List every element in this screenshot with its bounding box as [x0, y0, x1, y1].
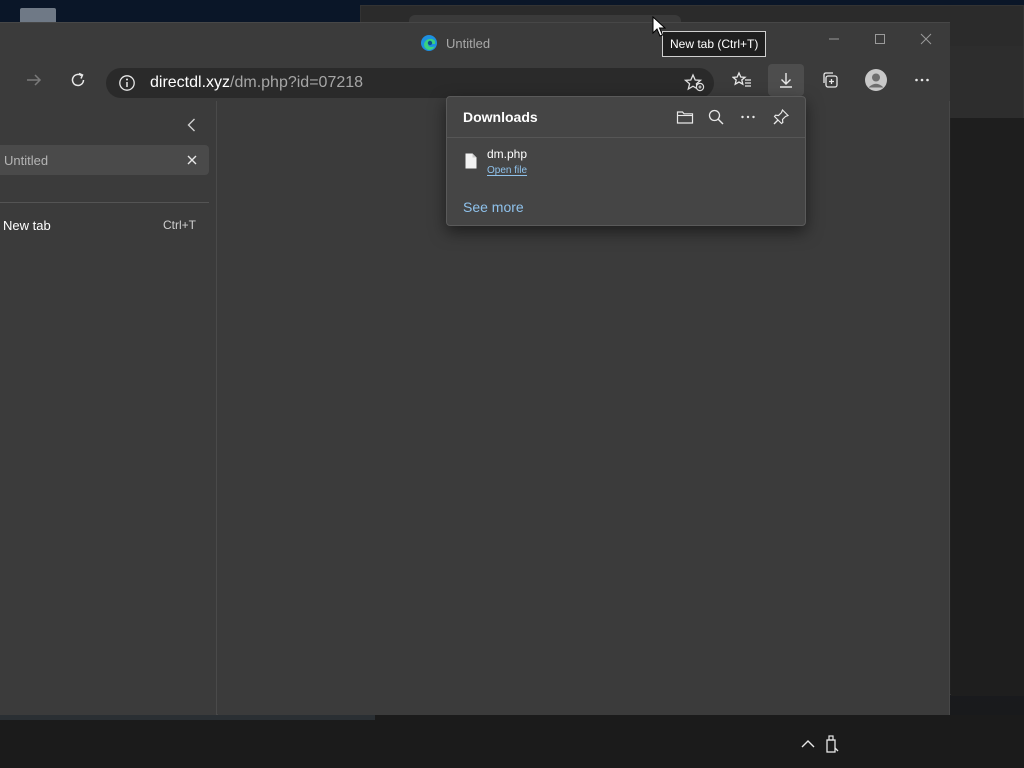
- open-downloads-folder-button[interactable]: [673, 107, 697, 127]
- minimize-icon: [829, 38, 839, 40]
- favorites-button[interactable]: [724, 64, 760, 96]
- refresh-button[interactable]: [60, 64, 96, 96]
- close-icon: [920, 33, 932, 45]
- see-more-link[interactable]: See more: [463, 199, 524, 215]
- profile-button[interactable]: [858, 64, 894, 96]
- close-icon[interactable]: [185, 153, 199, 167]
- more-icon: [741, 115, 755, 119]
- background-content: [951, 118, 1024, 696]
- forward-arrow-icon: [27, 74, 42, 86]
- new-tab-tooltip: New tab (Ctrl+T): [662, 31, 767, 57]
- pin-icon: [773, 108, 790, 125]
- url-domain: directdl.xyz: [150, 74, 231, 91]
- divider: [0, 202, 209, 203]
- taskbar-edge: [0, 715, 375, 720]
- chevron-left-icon[interactable]: [182, 115, 202, 135]
- title-bar[interactable]: Untitled: [0, 23, 950, 59]
- open-file-link[interactable]: Open file: [487, 165, 527, 176]
- file-icon: [465, 153, 477, 169]
- new-tab-label: New tab: [3, 218, 51, 233]
- search-icon: [708, 109, 724, 125]
- more-icon: [915, 78, 929, 82]
- title-group: Untitled: [420, 33, 490, 53]
- downloads-title: Downloads: [463, 109, 538, 125]
- download-item[interactable]: dm.php Open file: [457, 143, 797, 183]
- collections-icon: [823, 72, 838, 88]
- downloads-more-button[interactable]: [736, 107, 760, 127]
- maximize-icon: [875, 34, 885, 44]
- downloads-button[interactable]: [768, 64, 804, 96]
- close-window-button[interactable]: [903, 23, 949, 55]
- refresh-icon: [71, 72, 85, 87]
- mouse-cursor-icon: [652, 16, 666, 37]
- show-hidden-icons-chevron-icon[interactable]: [800, 736, 816, 752]
- forward-button[interactable]: [16, 64, 52, 96]
- collections-button[interactable]: [812, 64, 848, 96]
- favorites-icon: [732, 71, 751, 87]
- download-icon: [780, 73, 792, 88]
- search-downloads-button[interactable]: [704, 107, 728, 127]
- window-title: Untitled: [446, 35, 491, 51]
- maximize-button[interactable]: [857, 23, 903, 55]
- tab-label: Untitled: [4, 153, 49, 168]
- pin-downloads-button[interactable]: [769, 107, 793, 127]
- toolbar: directdl.xyz/dm.php?id=07218: [0, 59, 950, 101]
- tab-untitled[interactable]: Untitled: [0, 145, 209, 175]
- new-tab-button[interactable]: New tab Ctrl+T: [0, 211, 209, 241]
- minimize-button[interactable]: [811, 23, 857, 55]
- url-text[interactable]: directdl.xyz/dm.php?id=07218: [150, 74, 363, 92]
- download-filename: dm.php: [487, 147, 528, 161]
- divider: [447, 137, 805, 138]
- downloads-flyout: Downloads dm.php Open file See more: [446, 96, 806, 226]
- taskbar: [0, 715, 1024, 768]
- folder-icon: [676, 111, 694, 124]
- new-tab-shortcut: Ctrl+T: [163, 218, 196, 232]
- more-menu-button[interactable]: [904, 64, 940, 96]
- usb-device-icon[interactable]: [824, 734, 840, 754]
- edge-logo-icon: [421, 35, 437, 51]
- vertical-tabs-pane: Untitled New tab Ctrl+T: [0, 101, 217, 715]
- url-path: /dm.php?id=07218: [230, 74, 364, 91]
- profile-icon: [865, 69, 887, 91]
- add-favorite-icon[interactable]: [684, 73, 706, 93]
- address-bar[interactable]: directdl.xyz/dm.php?id=07218: [106, 68, 714, 98]
- info-icon[interactable]: [118, 74, 136, 92]
